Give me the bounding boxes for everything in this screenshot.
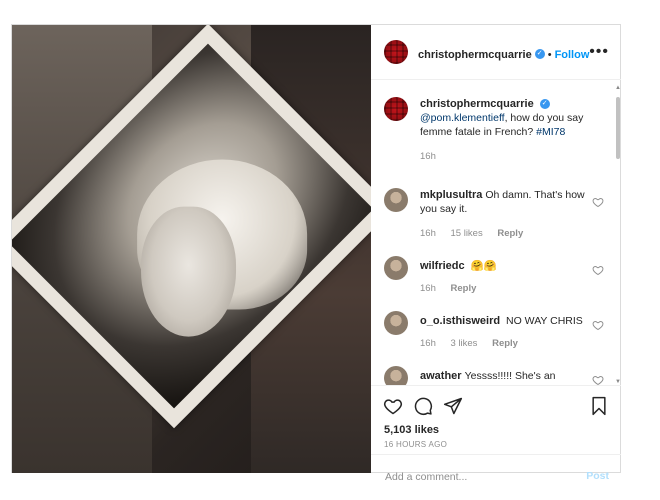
- post-photo[interactable]: [12, 25, 371, 473]
- comment-meta: 16h 15 likes Reply: [420, 228, 535, 239]
- comment-body: 🤗🤗: [470, 260, 497, 272]
- likes-count[interactable]: 5,103 likes: [384, 424, 439, 436]
- caption-text: christophermcquarrie ✓ @pom.klementieff, …: [420, 97, 595, 139]
- commenter-avatar[interactable]: [384, 311, 408, 335]
- post-header: christophermcquarrie ✓ • Follow •••: [371, 25, 621, 80]
- separator-dot: •: [547, 49, 552, 61]
- scroll-up-arrow-icon[interactable]: ▲: [615, 85, 621, 91]
- caption-author-avatar[interactable]: [384, 97, 408, 121]
- comment-username[interactable]: o_o.isthisweird: [420, 315, 500, 327]
- post-comment-button[interactable]: Post: [586, 470, 609, 482]
- commenter-avatar[interactable]: [384, 256, 408, 280]
- like-comment-heart-icon[interactable]: [592, 319, 604, 331]
- reply-button[interactable]: Reply: [497, 228, 523, 239]
- portrait-face: [141, 206, 237, 337]
- verified-badge-icon: ✓: [539, 99, 550, 110]
- author-username[interactable]: christophermcquarrie: [418, 49, 532, 61]
- comment-username[interactable]: awather: [420, 370, 462, 382]
- comment-meta: 16h Reply: [420, 283, 488, 294]
- verified-badge-icon: ✓: [534, 48, 545, 59]
- commenter-avatar[interactable]: [384, 188, 408, 212]
- like-comment-heart-icon[interactable]: [592, 374, 604, 385]
- comment-likes[interactable]: 15 likes: [451, 228, 483, 239]
- caption-mention[interactable]: @pom.klementieff: [420, 112, 505, 124]
- comment-time[interactable]: 16h: [420, 283, 436, 294]
- comments-panel[interactable]: christophermcquarrie ✓ @pom.klementieff, …: [371, 81, 621, 385]
- comment-bubble-icon[interactable]: [413, 396, 433, 416]
- add-comment-bar: Post: [371, 454, 621, 498]
- comment-time[interactable]: 16h: [420, 228, 436, 239]
- follow-button[interactable]: Follow: [555, 49, 590, 61]
- add-comment-input[interactable]: [383, 465, 577, 489]
- reply-button[interactable]: Reply: [451, 283, 477, 294]
- reply-button[interactable]: Reply: [492, 338, 518, 349]
- comment-time[interactable]: 16h: [420, 338, 436, 349]
- like-comment-heart-icon[interactable]: [592, 196, 604, 208]
- comment-text: o_o.isthisweird NO WAY CHRIS: [420, 314, 595, 328]
- comment-text: mkplusultra Oh damn. That's how you say i…: [420, 188, 595, 216]
- comment-body: Yessss!!!!! She's an: [464, 370, 556, 382]
- commenter-avatar[interactable]: [384, 366, 408, 385]
- scrollbar-thumb[interactable]: [616, 97, 620, 159]
- post-actions: 5,103 likes 16 HOURS AGO: [371, 385, 621, 455]
- like-heart-icon[interactable]: [383, 396, 403, 416]
- comment-likes[interactable]: 3 likes: [451, 338, 478, 349]
- more-options-icon[interactable]: •••: [589, 43, 609, 61]
- like-comment-heart-icon[interactable]: [592, 264, 604, 276]
- comment-meta: 16h 3 likes Reply: [420, 338, 530, 349]
- caption-time[interactable]: 16h: [420, 151, 436, 162]
- caption-hashtag[interactable]: #MI78: [536, 126, 565, 138]
- comment-body: NO WAY CHRIS: [506, 315, 583, 327]
- comment-text: wilfriedc 🤗🤗: [420, 259, 595, 273]
- comment-username[interactable]: wilfriedc: [420, 260, 465, 272]
- instagram-post-card: christophermcquarrie ✓ • Follow ••• christo…: [11, 24, 621, 489]
- comments-scrollbar[interactable]: ▲ ▼: [615, 85, 621, 385]
- caption-meta: 16h: [420, 151, 448, 162]
- author-avatar[interactable]: [384, 40, 408, 64]
- post-time-ago[interactable]: 16 HOURS AGO: [384, 440, 447, 449]
- author-line: christophermcquarrie ✓ • Follow: [418, 45, 589, 63]
- comment-username[interactable]: mkplusultra: [420, 189, 482, 201]
- comment-text: awather Yessss!!!!! She's an: [420, 369, 595, 383]
- save-bookmark-icon[interactable]: [589, 396, 609, 416]
- caption-username[interactable]: christophermcquarrie: [420, 98, 534, 110]
- share-paper-plane-icon[interactable]: [443, 396, 463, 416]
